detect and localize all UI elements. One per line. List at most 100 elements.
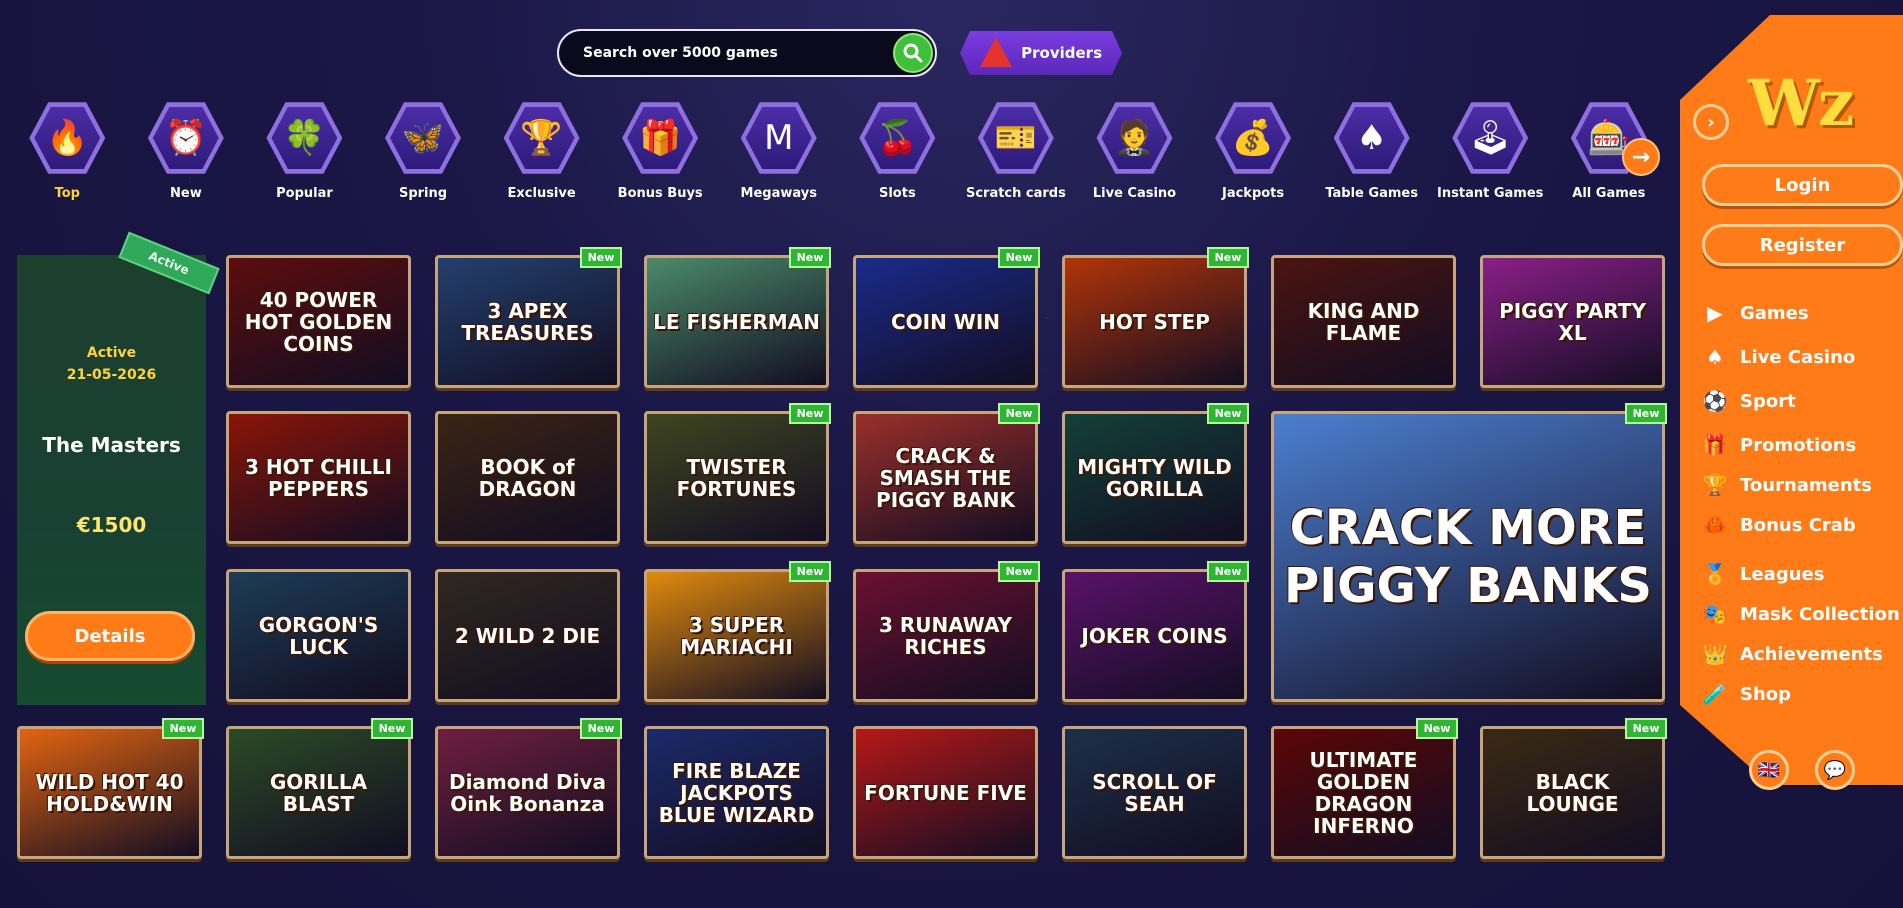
game-title: PIGGY PARTY XL bbox=[1499, 298, 1646, 345]
sidebar-collapse-icon[interactable]: › bbox=[1693, 104, 1729, 140]
game-tile[interactable]: FORTUNE FIVE bbox=[853, 726, 1038, 859]
sidebar-item-icon: 🏆 bbox=[1702, 473, 1728, 497]
language-flag-icon[interactable]: 🇬🇧 bbox=[1749, 750, 1789, 790]
game-tile[interactable]: 3 APEX TREASURES bbox=[435, 255, 620, 388]
game-tile[interactable]: CRACK & SMASH THE PIGGY BANK bbox=[853, 411, 1038, 544]
providers-icon bbox=[980, 37, 1012, 67]
sidebar-item-bonus-crab[interactable]: 🦀 Bonus Crab bbox=[1702, 512, 1856, 538]
sidebar-item-sport[interactable]: ⚽ Sport bbox=[1702, 388, 1796, 414]
game-tile[interactable]: SCROLL OF SEAH bbox=[1062, 726, 1247, 859]
new-badge: New bbox=[998, 403, 1040, 424]
category-icon: M bbox=[740, 102, 817, 174]
category-icon: 💰 bbox=[1215, 102, 1292, 174]
game-tile[interactable]: BLACK LOUNGE bbox=[1480, 726, 1665, 859]
sidebar-item-achievements[interactable]: 👑 Achievements bbox=[1702, 641, 1883, 667]
game-title: 3 RUNAWAY RICHES bbox=[878, 612, 1013, 659]
category-label: All Games bbox=[1572, 186, 1646, 201]
new-badge: New bbox=[998, 247, 1040, 268]
new-badge: New bbox=[789, 403, 831, 424]
sidebar-item-promotions[interactable]: 🎁 Promotions bbox=[1702, 432, 1857, 458]
category-table-games[interactable]: ♠ Table Games bbox=[1312, 100, 1431, 220]
new-badge: New bbox=[580, 718, 622, 739]
game-tile[interactable]: HOT STEP bbox=[1062, 255, 1247, 388]
sidebar-item-icon: 👑 bbox=[1702, 642, 1728, 666]
game-tile[interactable]: KING AND FLAME bbox=[1271, 255, 1456, 388]
category-icon: 🏆 bbox=[503, 102, 580, 174]
category-label: Popular bbox=[276, 186, 333, 201]
game-tile[interactable]: COIN WIN bbox=[853, 255, 1038, 388]
category-exclusive[interactable]: 🏆 Exclusive bbox=[482, 100, 601, 220]
game-tile[interactable]: GORILLA BLAST bbox=[226, 726, 411, 859]
new-badge: New bbox=[371, 718, 413, 739]
sidebar-item-live-casino[interactable]: ♠ Live Casino bbox=[1702, 344, 1855, 370]
game-tile[interactable]: GORGON'S LUCK bbox=[226, 569, 411, 702]
category-slots[interactable]: 🍒 Slots bbox=[838, 100, 957, 220]
game-title: KING AND FLAME bbox=[1307, 298, 1420, 345]
category-scratch-cards[interactable]: 🎫 Scratch cards bbox=[957, 100, 1076, 220]
category-icon: 🎁 bbox=[622, 102, 699, 174]
game-title: HOT STEP bbox=[1099, 309, 1210, 334]
game-tile[interactable]: 3 RUNAWAY RICHES bbox=[853, 569, 1038, 702]
login-button[interactable]: Login bbox=[1702, 164, 1903, 206]
game-title: CRACK & SMASH THE PIGGY BANK bbox=[876, 443, 1015, 512]
sidebar-item-icon: 🦀 bbox=[1702, 513, 1728, 537]
category-next-arrow-icon[interactable]: → bbox=[1622, 138, 1660, 176]
sidebar-item-label: Mask Collection bbox=[1740, 603, 1900, 625]
game-tile[interactable]: JOKER COINS bbox=[1062, 569, 1247, 702]
game-title: SCROLL OF SEAH bbox=[1092, 769, 1217, 816]
category-top[interactable]: 🔥 Top bbox=[8, 100, 127, 220]
sidebar-item-leagues[interactable]: 🏅 Leagues bbox=[1702, 561, 1825, 587]
category-bonus-buys[interactable]: 🎁 Bonus Buys bbox=[601, 100, 720, 220]
category-new[interactable]: ⏰ New bbox=[127, 100, 246, 220]
game-tile[interactable]: FIRE BLAZE JACKPOTS BLUE WIZARD bbox=[644, 726, 829, 859]
sidebar-item-label: Games bbox=[1740, 302, 1809, 324]
game-tile[interactable]: TWISTER FORTUNES bbox=[644, 411, 829, 544]
category-label: Exclusive bbox=[507, 186, 576, 201]
game-tile[interactable]: MIGHTY WILD GORILLA bbox=[1062, 411, 1247, 544]
tournament-details-button[interactable]: Details bbox=[25, 611, 195, 661]
sidebar-item-icon: 🏅 bbox=[1702, 562, 1728, 586]
game-tile[interactable]: BOOK of DRAGON bbox=[435, 411, 620, 544]
game-tile[interactable]: LE FISHERMAN bbox=[644, 255, 829, 388]
game-tile[interactable]: 3 HOT CHILLI PEPPERS bbox=[226, 411, 411, 544]
category-spring[interactable]: 🦋 Spring bbox=[364, 100, 483, 220]
brand-logo[interactable]: Wz bbox=[1748, 66, 1854, 141]
active-ribbon: Active bbox=[118, 231, 220, 295]
sidebar-item-tournaments[interactable]: 🏆 Tournaments bbox=[1702, 472, 1872, 498]
sidebar-item-games[interactable]: ▶ Games bbox=[1702, 300, 1809, 326]
providers-label: Providers bbox=[1021, 44, 1102, 62]
providers-button[interactable]: Providers bbox=[960, 31, 1122, 75]
chat-icon[interactable]: 💬 bbox=[1815, 750, 1855, 790]
game-title: 2 WILD 2 DIE bbox=[454, 623, 601, 648]
game-tile[interactable]: ULTIMATE GOLDEN DRAGON INFERNO bbox=[1271, 726, 1456, 859]
search-button[interactable] bbox=[893, 33, 933, 73]
category-instant-games[interactable]: 🕹 Instant Games bbox=[1431, 100, 1550, 220]
new-badge: New bbox=[162, 718, 204, 739]
sidebar-item-mask-collection[interactable]: 🎭 Mask Collection bbox=[1702, 601, 1900, 627]
new-badge: New bbox=[1207, 247, 1249, 268]
category-icon: ⏰ bbox=[147, 102, 224, 174]
game-tile[interactable]: WILD HOT 40 HOLD&WIN bbox=[17, 726, 202, 859]
category-label: Scratch cards bbox=[965, 186, 1066, 201]
sidebar-item-shop[interactable]: 🧪 Shop bbox=[1702, 681, 1791, 707]
game-tile[interactable]: PIGGY PARTY XL bbox=[1480, 255, 1665, 388]
game-tile[interactable]: Diamond Diva Oink Bonanza bbox=[435, 726, 620, 859]
category-popular[interactable]: 🍀 Popular bbox=[245, 100, 364, 220]
category-label: Slots bbox=[878, 186, 916, 201]
game-tile[interactable]: 40 POWER HOT GOLDEN COINS bbox=[226, 255, 411, 388]
game-title: FORTUNE FIVE bbox=[864, 780, 1027, 805]
game-title: COIN WIN bbox=[890, 309, 1001, 334]
category-icon: 🍀 bbox=[266, 102, 343, 174]
game-tile[interactable]: 3 SUPER MARIACHI bbox=[644, 569, 829, 702]
category-jackpots[interactable]: 💰 Jackpots bbox=[1194, 100, 1313, 220]
tournament-card[interactable]: Active Active 21-05-2026 The Masters €15… bbox=[17, 231, 220, 705]
game-tile[interactable]: CRACK MORE PIGGY BANKS bbox=[1271, 411, 1665, 702]
category-live-casino[interactable]: 🤵 Live Casino bbox=[1075, 100, 1194, 220]
game-title: 3 HOT CHILLI PEPPERS bbox=[244, 454, 392, 501]
new-badge: New bbox=[1207, 403, 1249, 424]
new-badge: New bbox=[789, 561, 831, 582]
search-input[interactable] bbox=[583, 31, 883, 75]
game-tile[interactable]: 2 WILD 2 DIE bbox=[435, 569, 620, 702]
register-button[interactable]: Register bbox=[1702, 224, 1903, 266]
category-megaways[interactable]: M Megaways bbox=[719, 100, 838, 220]
